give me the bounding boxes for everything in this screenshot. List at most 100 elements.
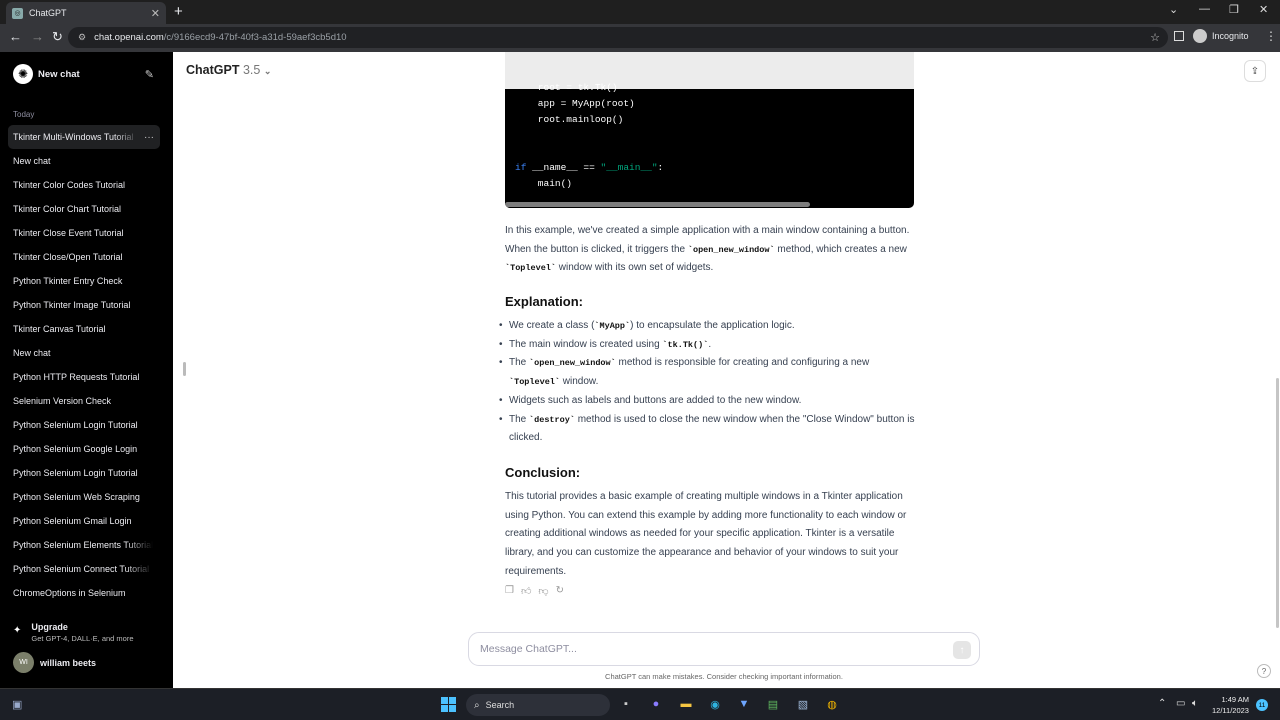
code-line: app = MyApp(root) bbox=[515, 98, 635, 109]
desktop-widgets-icon[interactable]: ▣ bbox=[12, 698, 22, 711]
inline-code: `Toplevel` bbox=[505, 263, 557, 274]
chevron-up-icon[interactable]: ⌃ bbox=[1158, 698, 1166, 709]
address-bar[interactable]: ⚙ chat.openai.com/c/9166ecd9-47bf-40f3-a… bbox=[68, 27, 1168, 48]
message-input[interactable] bbox=[480, 643, 920, 655]
new-chat-button[interactable]: ✺ New chat ✎ bbox=[8, 62, 160, 86]
code-block: root = tk.Tk() app = MyApp(root) root.ma… bbox=[505, 52, 914, 208]
code-content: root = tk.Tk() app = MyApp(root) root.ma… bbox=[515, 80, 663, 192]
new-chat-label: New chat bbox=[38, 68, 80, 80]
clock-time: 1:49 AM bbox=[1221, 695, 1249, 704]
start-button[interactable] bbox=[441, 697, 456, 712]
history-item[interactable]: Python Selenium Web Scraping bbox=[8, 485, 160, 509]
history-item[interactable]: Tkinter Multi-Windows Tutorial ··· bbox=[8, 125, 160, 149]
sidebar-collapse-handle[interactable] bbox=[183, 362, 186, 376]
history-item[interactable]: Tkinter Canvas Tutorial bbox=[8, 317, 160, 341]
explanation-heading: Explanation: bbox=[505, 294, 584, 309]
history-item[interactable]: Python HTTP Requests Tutorial bbox=[8, 365, 160, 389]
thumbs-up-icon[interactable]: 👍︎ bbox=[521, 585, 531, 597]
code-line: main() bbox=[515, 178, 573, 189]
more-options-icon[interactable]: ··· bbox=[144, 132, 154, 143]
history-item[interactable]: Python Selenium Login Tutorial bbox=[8, 413, 160, 437]
chrome-icon[interactable]: ◍ bbox=[824, 696, 840, 712]
incognito-indicator[interactable]: Incognito bbox=[1193, 29, 1249, 43]
maximize-icon[interactable]: ❐ bbox=[1229, 3, 1239, 16]
close-window-icon[interactable]: ✕ bbox=[1259, 3, 1268, 16]
history-item[interactable]: Python Tkinter Image Tutorial bbox=[8, 293, 160, 317]
conclusion-heading: Conclusion: bbox=[505, 465, 581, 480]
browser-tab[interactable]: ◎ ChatGPT ✕ bbox=[6, 2, 166, 24]
share-button[interactable]: ⇪ bbox=[1244, 60, 1266, 82]
task-view-icon[interactable]: ▪ bbox=[618, 696, 634, 712]
edge-browser-icon[interactable]: ◉ bbox=[707, 696, 723, 712]
history-item-label: Python Selenium Web Scraping bbox=[13, 492, 140, 502]
history-item[interactable]: Selenium Version Check bbox=[8, 389, 160, 413]
clock-date: 12/11/2023 bbox=[1212, 706, 1249, 715]
tab-search-icon[interactable]: ⌄ bbox=[1169, 3, 1178, 16]
upgrade-button[interactable]: ✦ Upgrade Get GPT-4, DALL·E, and more bbox=[13, 622, 134, 643]
list-item: Widgets such as labels and buttons are a… bbox=[499, 392, 919, 411]
code-line: root = tk.Tk() bbox=[515, 82, 618, 93]
taskbar: ▣ ⌕ Search ▪ ● ▬ ◉ ▼ ▤ ▧ ◍ ⌃ ▭ 🔈︎ 1:49 A… bbox=[0, 688, 1280, 720]
history-item[interactable]: Python Selenium Connect Tutorial bbox=[8, 557, 160, 581]
history-item[interactable]: Tkinter Close/Open Tutorial bbox=[8, 245, 160, 269]
history-item[interactable]: Tkinter Close Event Tutorial bbox=[8, 221, 160, 245]
user-menu[interactable]: WI william beets bbox=[13, 652, 96, 673]
bookmark-star-icon[interactable]: ☆ bbox=[1150, 31, 1160, 44]
side-panel-icon[interactable] bbox=[1174, 31, 1184, 41]
send-button[interactable]: ↑ bbox=[953, 641, 971, 659]
inline-code: `open_new_window` bbox=[529, 358, 616, 369]
recorder-app-icon[interactable]: ▧ bbox=[795, 696, 811, 712]
text-run: The bbox=[509, 357, 530, 369]
system-clock[interactable]: 1:49 AM 12/11/2023 bbox=[1212, 694, 1249, 716]
close-tab-icon[interactable]: ✕ bbox=[151, 7, 160, 20]
reload-icon[interactable]: ↻ bbox=[52, 29, 63, 45]
history-item[interactable]: ChromeOptions in Selenium bbox=[8, 581, 160, 605]
browser-menu-icon[interactable]: ⋮ bbox=[1265, 29, 1277, 43]
share-icon: ⇪ bbox=[1250, 65, 1260, 77]
taskbar-search-label: Search bbox=[485, 700, 515, 710]
browser-tab-bar: ◎ ChatGPT ✕ + ⌄ — ❐ ✕ bbox=[0, 0, 1280, 24]
list-item: We create a class (`MyApp`) to encapsula… bbox=[499, 317, 919, 336]
history-item[interactable]: New chat bbox=[8, 341, 160, 365]
teams-chat-icon[interactable]: ● bbox=[648, 696, 664, 712]
history-item[interactable]: Python Tkinter Entry Check bbox=[8, 269, 160, 293]
forward-icon[interactable]: → bbox=[31, 29, 44, 44]
history-item-label: Tkinter Close/Open Tutorial bbox=[13, 252, 123, 262]
history-item[interactable]: Tkinter Color Codes Tutorial bbox=[8, 173, 160, 197]
copy-icon[interactable]: ❐ bbox=[505, 585, 514, 597]
site-info-icon[interactable]: ⚙ bbox=[78, 32, 86, 43]
vertical-scrollbar[interactable] bbox=[1276, 378, 1279, 628]
code-horizontal-scrollbar[interactable] bbox=[505, 202, 810, 207]
back-icon[interactable]: ← bbox=[9, 29, 22, 44]
help-button[interactable]: ? bbox=[1257, 664, 1271, 678]
history-item[interactable]: Python Selenium Elements Tutorial bbox=[8, 533, 160, 557]
upgrade-subtitle: Get GPT-4, DALL·E, and more bbox=[31, 634, 134, 643]
history-item[interactable]: New chat bbox=[8, 149, 160, 173]
regenerate-icon[interactable]: ↻ bbox=[556, 585, 564, 597]
model-selector[interactable]: ChatGPT 3.5 ⌄ bbox=[186, 63, 271, 77]
history-item-label: Python Selenium Login Tutorial bbox=[13, 420, 138, 430]
history-item[interactable]: Python Selenium Gmail Login bbox=[8, 509, 160, 533]
compose-icon[interactable]: ✎ bbox=[145, 68, 154, 81]
history-item[interactable]: Python Selenium Google Login bbox=[8, 437, 160, 461]
minimize-icon[interactable]: — bbox=[1199, 3, 1210, 15]
history-item[interactable]: Python Selenium Login Tutorial bbox=[8, 461, 160, 485]
taskbar-search[interactable]: ⌕ Search bbox=[466, 694, 610, 716]
thumbs-down-icon[interactable]: 👎︎ bbox=[538, 585, 548, 597]
editor-app-icon[interactable]: ▤ bbox=[765, 696, 781, 712]
incognito-icon bbox=[1193, 29, 1207, 43]
upgrade-title: Upgrade bbox=[31, 622, 68, 632]
history-item[interactable]: Tkinter Color Chart Tutorial bbox=[8, 197, 160, 221]
network-icon[interactable]: ▭ bbox=[1176, 698, 1185, 709]
sidebar: ✺ New chat ✎ Today Tkinter Multi-Windows… bbox=[0, 52, 173, 688]
url-path: /c/9166ecd9-47bf-40f3-a31d-59aef3cb5d10 bbox=[163, 32, 347, 43]
new-tab-icon[interactable]: + bbox=[174, 3, 183, 20]
notification-badge[interactable]: 11 bbox=[1256, 699, 1268, 711]
conversation-pane: ChatGPT 3.5 ⌄ ⇪ root = tk.Tk() app = MyA… bbox=[173, 52, 1280, 688]
volume-icon[interactable]: 🔈︎ bbox=[1192, 698, 1198, 709]
file-explorer-icon[interactable]: ▬ bbox=[678, 696, 694, 712]
history-item-label: Tkinter Multi-Windows Tutorial bbox=[13, 132, 134, 142]
text-run: Widgets such as labels and buttons are a… bbox=[509, 394, 802, 406]
vpn-app-icon[interactable]: ▼ bbox=[736, 696, 752, 712]
